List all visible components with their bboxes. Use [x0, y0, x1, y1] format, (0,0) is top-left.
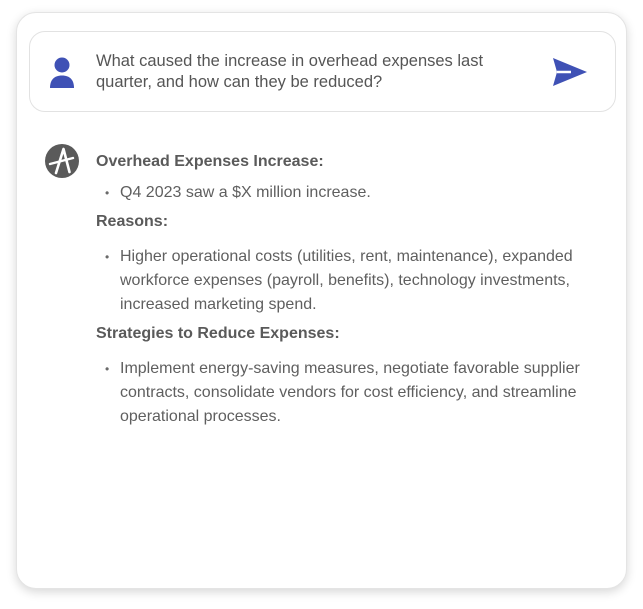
list-item-text: Q4 2023 saw a $X million increase.: [120, 184, 371, 201]
query-box[interactable]: What caused the increase in overhead exp…: [29, 31, 616, 112]
bullet-list: • Q4 2023 saw a $X million increase.: [96, 181, 596, 205]
bullet-list: • Higher operational costs (utilities, r…: [96, 245, 596, 317]
query-text: What caused the increase in overhead exp…: [96, 52, 484, 91]
bullet-dot: •: [105, 362, 110, 376]
section-heading: Strategies to Reduce Expenses:: [96, 325, 340, 342]
bullet-list: • Implement energy-saving measures, nego…: [96, 357, 596, 429]
send-icon: [553, 58, 587, 86]
assistant-response: Overhead Expenses Increase: • Q4 2023 sa…: [96, 151, 596, 429]
list-item: • Implement energy-saving measures, nego…: [96, 357, 596, 429]
response-section: Strategies to Reduce Expenses: • Impleme…: [96, 323, 596, 429]
user-icon: [50, 57, 74, 88]
list-item-text: Implement energy-saving measures, negoti…: [120, 360, 580, 425]
list-item-text: Higher operational costs (utilities, ren…: [120, 248, 573, 313]
bullet-dot: •: [105, 186, 110, 200]
list-item: • Q4 2023 saw a $X million increase.: [96, 181, 596, 205]
list-item: • Higher operational costs (utilities, r…: [96, 245, 596, 317]
send-button[interactable]: [551, 54, 589, 90]
section-heading: Reasons:: [96, 213, 169, 230]
response-section: Reasons: • Higher operational costs (uti…: [96, 211, 596, 317]
response-section: Overhead Expenses Increase: • Q4 2023 sa…: [96, 151, 596, 205]
bullet-dot: •: [105, 250, 110, 264]
chat-card: What caused the increase in overhead exp…: [16, 12, 627, 589]
assistant-logo-icon: [45, 144, 79, 178]
section-heading: Overhead Expenses Increase:: [96, 153, 324, 170]
